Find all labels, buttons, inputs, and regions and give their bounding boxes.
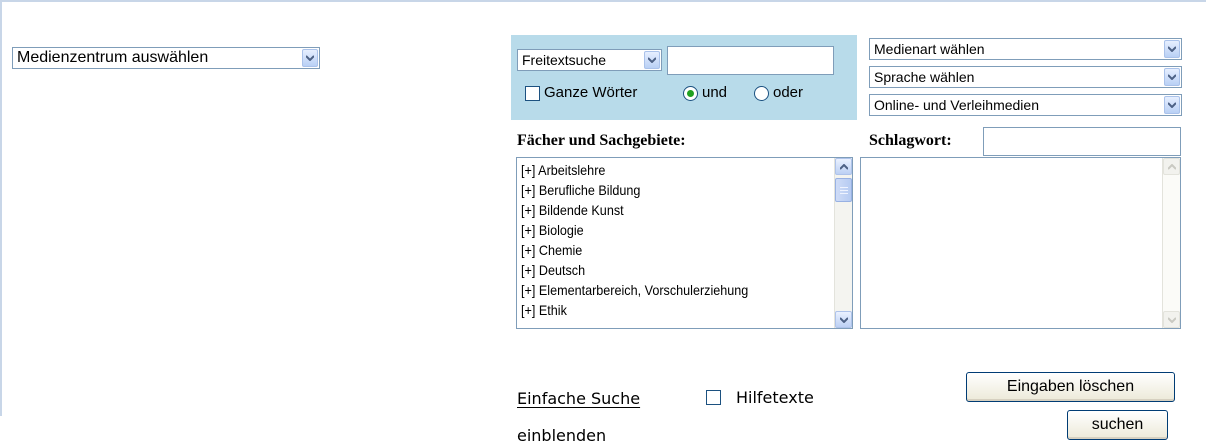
subject-item[interactable]: [+] Biologie [521, 220, 819, 240]
medienzentrum-select-value: Medienzentrum auswählen [17, 49, 209, 66]
keyword-scrollbar [1162, 158, 1180, 328]
subjects-listbox[interactable]: [+] Arbeitslehre [+] Berufliche Bildung … [516, 157, 853, 329]
keyword-results-box[interactable] [860, 157, 1181, 329]
and-label: und [702, 84, 728, 101]
medienzentrum-select[interactable]: Medienzentrum auswählen [12, 47, 320, 69]
help-text-label-line2: einblenden [517, 426, 607, 445]
media-type-select[interactable]: Medienart wählen [869, 38, 1182, 60]
simple-search-link[interactable]: Einfache Suche [517, 389, 640, 408]
help-text-label-line1: Hilfetexte [736, 388, 814, 407]
chevron-down-icon[interactable] [644, 51, 660, 69]
availability-select[interactable]: Online- und Verleihmedien [869, 94, 1182, 116]
top-border [0, 0, 1206, 4]
keyword-label: Schlagwort: [869, 132, 952, 149]
search-field-select[interactable]: Freitextsuche [517, 49, 662, 71]
search-input[interactable] [667, 46, 834, 75]
scrollbar-thumb[interactable] [835, 178, 852, 202]
scroll-down-icon[interactable] [835, 311, 852, 328]
chevron-down-icon[interactable] [1164, 40, 1180, 58]
subject-item[interactable]: [+] Berufliche Bildung [521, 180, 819, 200]
language-select-value: Sprache wählen [874, 69, 975, 85]
clear-inputs-button[interactable]: Eingaben löschen [966, 372, 1175, 402]
chevron-down-icon[interactable] [1164, 96, 1180, 114]
left-border [0, 0, 2, 416]
subject-item[interactable]: [+] Arbeitslehre [521, 160, 819, 180]
subject-item[interactable]: [+] Ethik [521, 300, 819, 320]
whole-words-label: Ganze Wörter [544, 84, 638, 101]
help-text-checkbox[interactable] [706, 390, 721, 405]
availability-select-value: Online- und Verleihmedien [874, 97, 1039, 113]
language-select[interactable]: Sprache wählen [869, 66, 1182, 88]
subject-item[interactable]: [+] Deutsch [521, 260, 819, 280]
subjects-heading: Fächer und Sachgebiete: [517, 132, 686, 149]
chevron-down-icon[interactable] [302, 49, 318, 67]
scroll-up-icon [1163, 158, 1180, 175]
or-label: oder [773, 84, 804, 101]
search-field-select-value: Freitextsuche [522, 52, 607, 68]
subject-item[interactable]: [+] Chemie [521, 240, 819, 260]
subject-item[interactable]: [+] Elementarbereich, Vorschulerziehung [521, 280, 819, 300]
keyword-input[interactable] [983, 127, 1181, 156]
and-radio[interactable] [683, 86, 698, 101]
search-button[interactable]: suchen [1067, 410, 1168, 440]
media-type-select-value: Medienart wählen [874, 41, 985, 57]
subjects-scrollbar[interactable] [834, 158, 852, 328]
whole-words-checkbox[interactable] [525, 86, 540, 101]
scroll-up-icon[interactable] [835, 158, 852, 175]
subject-item[interactable]: [+] Bildende Kunst [521, 200, 819, 220]
or-radio[interactable] [754, 86, 769, 101]
scroll-down-icon [1163, 311, 1180, 328]
chevron-down-icon[interactable] [1164, 68, 1180, 86]
